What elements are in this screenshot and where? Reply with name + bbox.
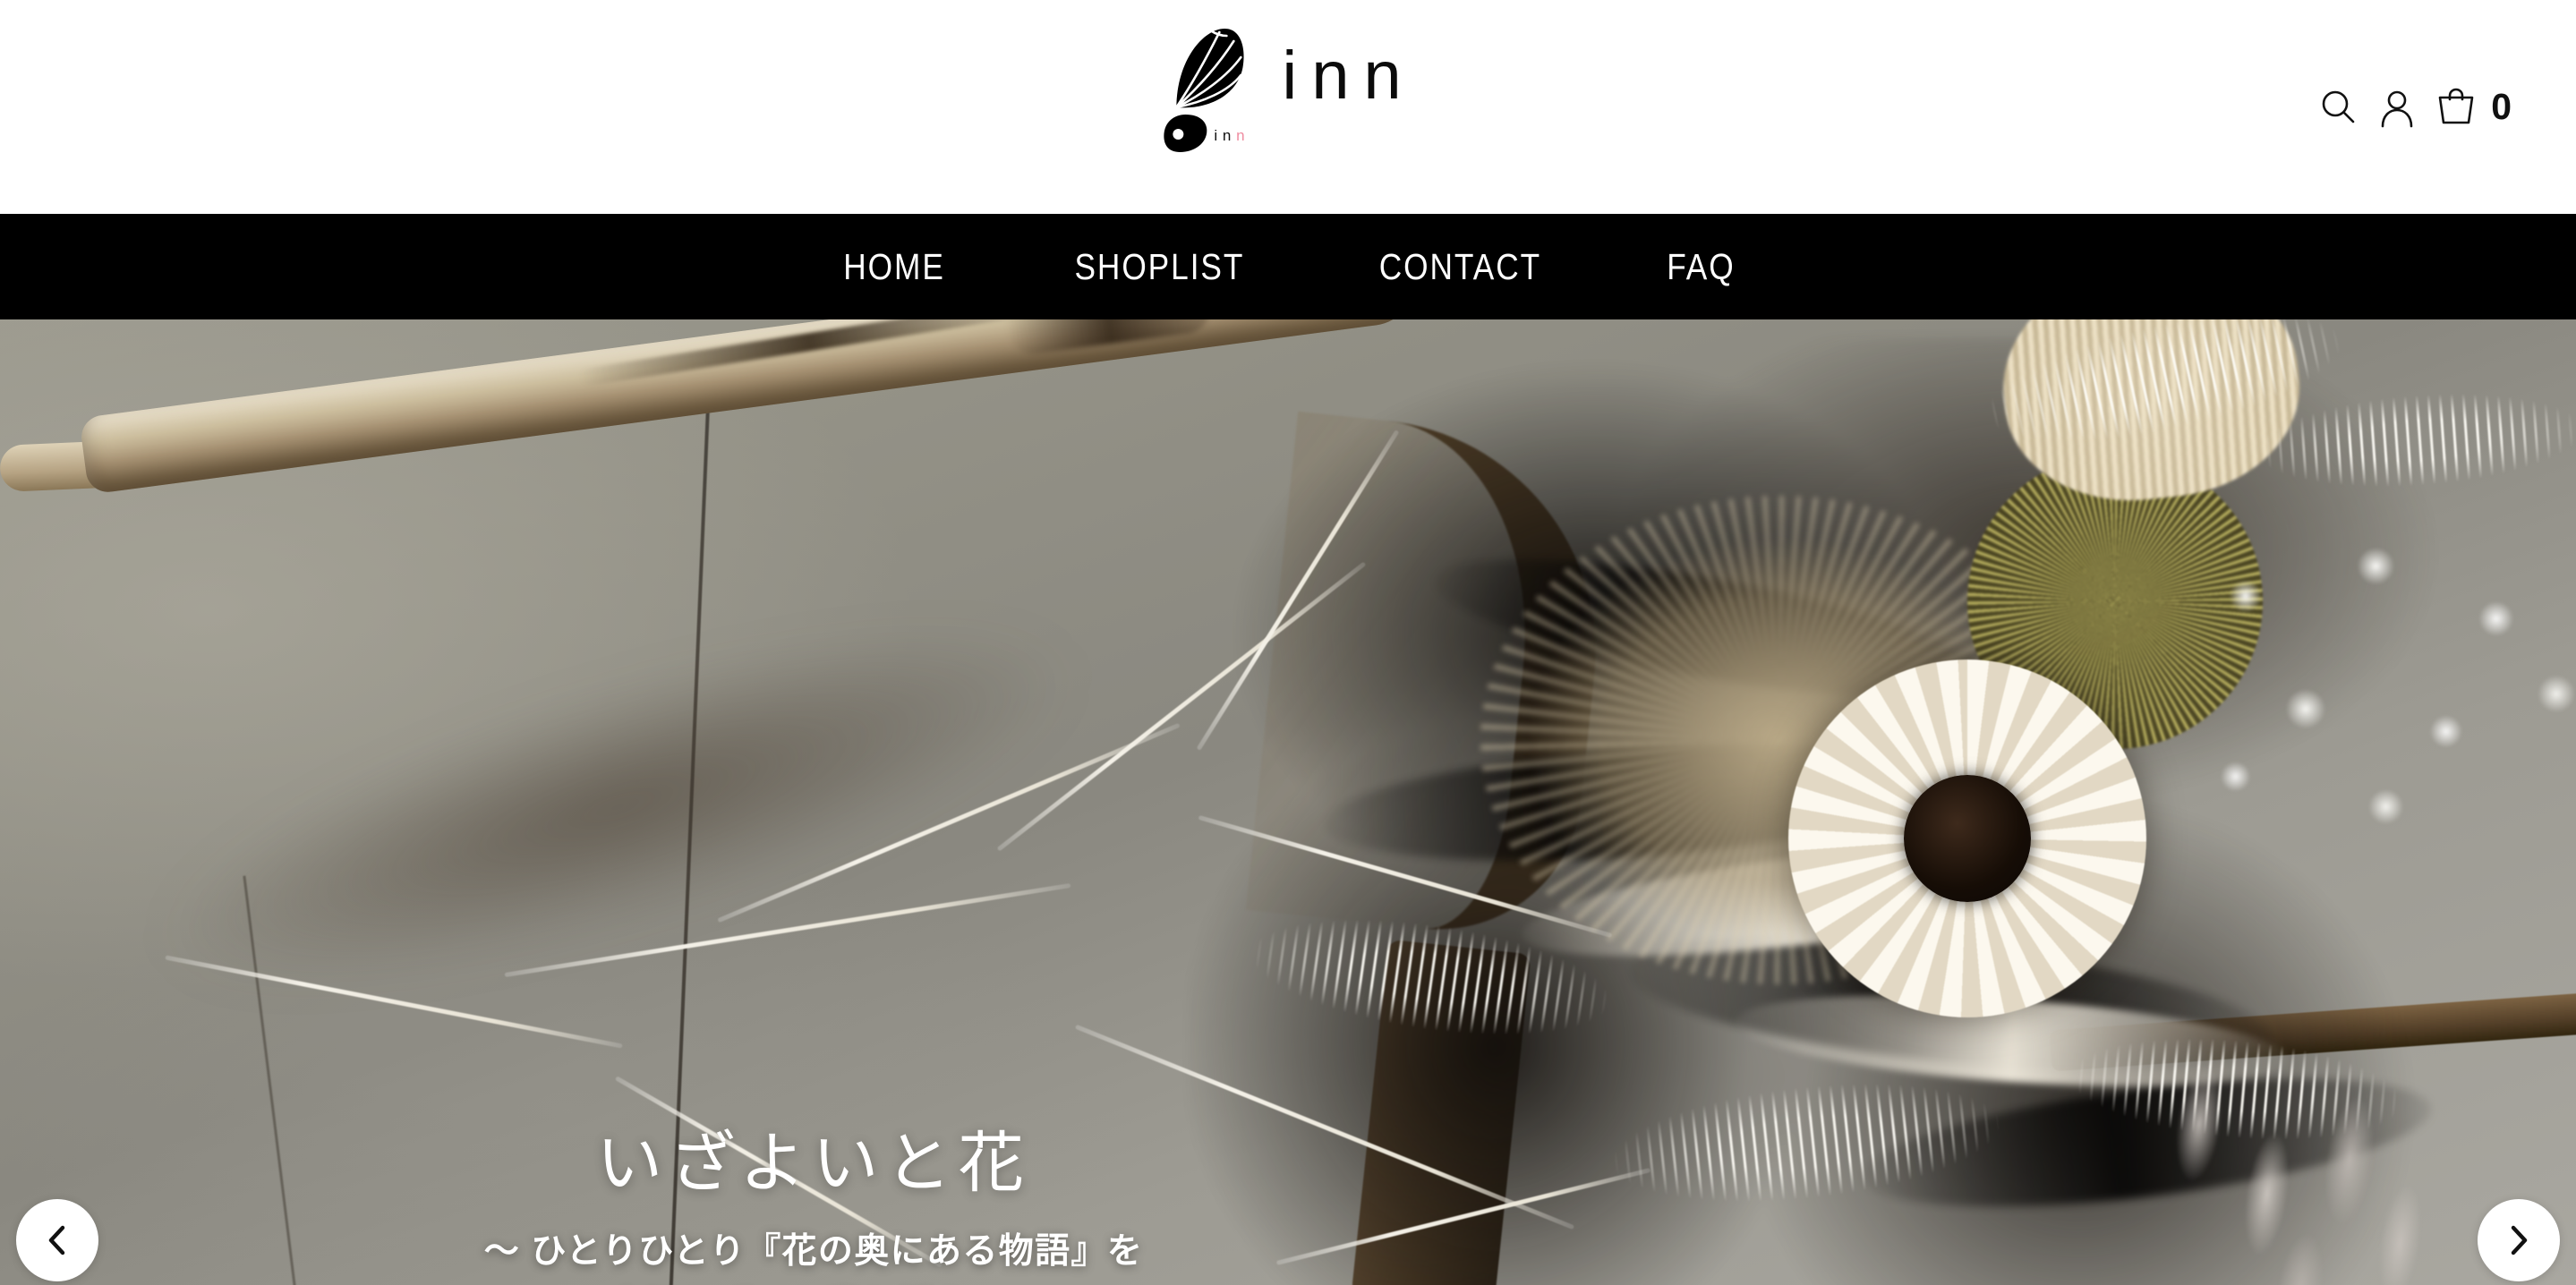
nav-item-contact[interactable]: CONTACT — [1312, 214, 1608, 319]
hero-image — [0, 319, 2576, 1285]
nav-item-shoplist[interactable]: SHOPLIST — [1007, 214, 1312, 319]
anemone-center — [1904, 775, 2031, 902]
account-icon — [2376, 87, 2418, 128]
carousel-prev-button[interactable] — [16, 1199, 98, 1281]
dried-flower-arrangement — [1054, 319, 2576, 1285]
account-button[interactable] — [2367, 78, 2427, 137]
hero-carousel: いざよいと花 〜 ひとりひとり『花の奥にある物語』を 大切にずっと寄り添う 〜 — [0, 319, 2576, 1285]
brand-logo-link[interactable]: inn inn — [1160, 21, 1415, 154]
cart-count: 0 — [2491, 86, 2512, 127]
header-actions: 0 — [2308, 0, 2512, 214]
nav-item-faq[interactable]: FAQ — [1608, 214, 1795, 319]
nav-link-home[interactable]: HOME — [797, 214, 991, 319]
search-icon — [2317, 87, 2358, 128]
chevron-left-icon — [44, 1222, 71, 1258]
nav-link-contact[interactable]: CONTACT — [1333, 214, 1588, 319]
main-navigation: HOME SHOPLIST CONTACT FAQ — [0, 214, 2576, 319]
nav-list: HOME SHOPLIST CONTACT FAQ — [781, 214, 1796, 319]
shopping-bag-icon — [2434, 87, 2478, 128]
shopping-bag-button[interactable] — [2427, 78, 2486, 137]
nav-item-home[interactable]: HOME — [781, 214, 1007, 319]
brand-wordmark: inn — [1282, 38, 1416, 114]
logo-sub-letter-3: n — [1236, 127, 1250, 144]
anemone-flower — [1788, 660, 2146, 1017]
leaf-bird-logo-icon: inn — [1160, 21, 1246, 154]
cart-button[interactable]: 0 — [2427, 78, 2512, 137]
nav-link-shoplist[interactable]: SHOPLIST — [1028, 214, 1291, 319]
site-header: inn inn 0 — [0, 0, 2576, 214]
search-button[interactable] — [2308, 78, 2367, 137]
logo-sub-letter-2: n — [1222, 127, 1237, 144]
logo-sub-letter-1: i — [1214, 127, 1223, 144]
carousel-next-button[interactable] — [2478, 1199, 2560, 1281]
chevron-right-icon — [2505, 1222, 2532, 1258]
nav-link-faq[interactable]: FAQ — [1621, 214, 1782, 319]
